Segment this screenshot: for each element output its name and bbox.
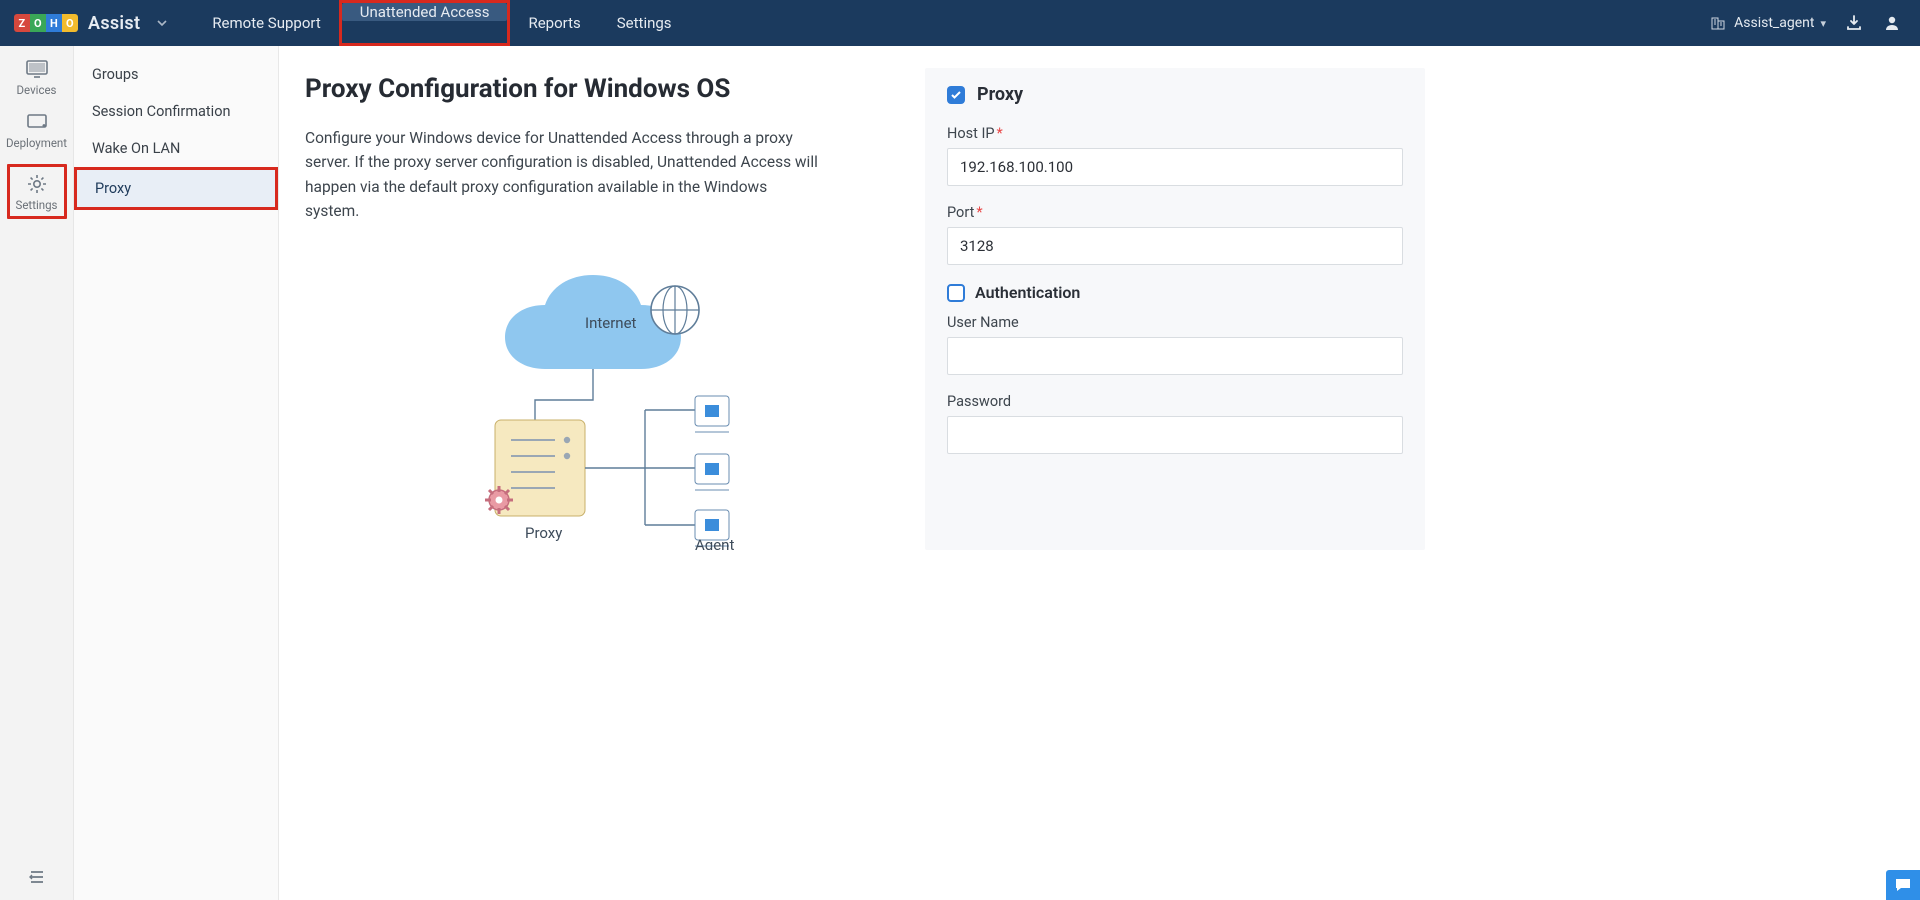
page-title: Proxy Configuration for Windows OS [305, 74, 865, 104]
collapse-sidebar-button[interactable] [27, 868, 47, 886]
username-input[interactable] [947, 337, 1403, 375]
agent-selector[interactable]: Assist_agent ▾ [1708, 13, 1826, 33]
proxy-form: Proxy Host IP* Port* Authentication User… [925, 68, 1425, 550]
monitor-icon [24, 58, 50, 80]
main-content: Proxy Configuration for Windows OS Confi… [279, 46, 1920, 900]
top-navbar: ZOHO Assist Remote Support Unattended Ac… [0, 0, 1920, 46]
topbar-right: Assist_agent ▾ [1708, 13, 1902, 33]
download-icon[interactable] [1844, 13, 1864, 33]
tab-unattended-access[interactable]: Unattended Access [342, 3, 508, 21]
agent-name: Assist_agent [1734, 15, 1814, 31]
sidebar-item-deployment[interactable]: Deployment [6, 111, 67, 150]
top-tabs: Remote Support Unattended Access Reports… [194, 0, 689, 46]
proxy-section-label: Proxy [977, 84, 1023, 105]
sidebar-item-devices[interactable]: Devices [17, 58, 57, 97]
chat-button[interactable] [1886, 870, 1920, 900]
brand[interactable]: ZOHO Assist [14, 13, 168, 34]
username-label: User Name [947, 314, 1403, 331]
submenu-item-groups[interactable]: Groups [74, 56, 278, 93]
sidebar-label-deployment: Deployment [6, 136, 67, 150]
proxy-enable-checkbox[interactable] [947, 86, 965, 104]
highlight-box-tab: Unattended Access [339, 0, 511, 46]
diagram-agent-label: Agent [695, 536, 734, 550]
chevron-down-icon[interactable] [156, 17, 168, 29]
deployment-icon [24, 111, 50, 133]
gear-icon [24, 173, 50, 195]
port-input[interactable] [947, 227, 1403, 265]
diagram-proxy-label: Proxy [525, 524, 562, 542]
user-icon[interactable] [1882, 13, 1902, 33]
product-name: Assist [88, 13, 140, 34]
host-ip-label: Host IP* [947, 125, 1403, 142]
host-ip-input[interactable] [947, 148, 1403, 186]
sidebar-label-settings: Settings [16, 198, 58, 212]
submenu-item-proxy[interactable]: Proxy [74, 167, 278, 210]
proxy-diagram: Internet [395, 250, 815, 550]
port-label: Port* [947, 204, 1403, 221]
authentication-checkbox[interactable] [947, 284, 965, 302]
sidebar-label-devices: Devices [17, 83, 57, 97]
authentication-label: Authentication [975, 283, 1080, 302]
tab-remote-support[interactable]: Remote Support [194, 0, 338, 46]
submenu-item-wake-on-lan[interactable]: Wake On LAN [74, 130, 278, 167]
icon-sidebar: Devices Deployment Settings [0, 46, 74, 900]
password-label: Password [947, 393, 1403, 410]
diagram-internet-label: Internet [585, 314, 637, 332]
sidebar-item-settings[interactable]: Settings [7, 164, 67, 219]
submenu-item-session-confirmation[interactable]: Session Confirmation [74, 93, 278, 130]
page-description: Configure your Windows device for Unatte… [305, 126, 825, 224]
zoho-logo: ZOHO [14, 14, 78, 32]
caret-down-icon: ▾ [1820, 17, 1826, 30]
tab-settings[interactable]: Settings [599, 0, 690, 46]
tab-reports[interactable]: Reports [510, 0, 598, 46]
password-input[interactable] [947, 416, 1403, 454]
settings-submenu: Groups Session Confirmation Wake On LAN … [74, 46, 279, 900]
building-icon [1708, 13, 1728, 33]
